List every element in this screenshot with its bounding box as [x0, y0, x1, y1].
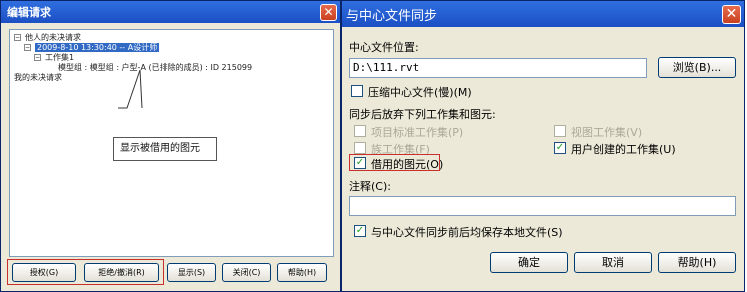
- close-icon[interactable]: ✕: [722, 5, 741, 24]
- help-button[interactable]: 帮助(H): [277, 263, 327, 282]
- help-button[interactable]: 帮助(H): [658, 252, 736, 273]
- view-worksets-label: 视图工作集(V): [571, 126, 643, 139]
- relinquish-heading: 同步后放弃下列工作集和图元:: [349, 108, 496, 121]
- central-location-field[interactable]: D:\111.rvt: [349, 58, 647, 78]
- user-created-checkbox[interactable]: ✓: [554, 142, 566, 154]
- compress-label: 压缩中心文件(慢)(M): [368, 86, 472, 99]
- reject-button[interactable]: 拒绝/撤消(R): [84, 263, 159, 282]
- close-button[interactable]: 关闭(C): [222, 263, 271, 282]
- save-local-label: 与中心文件同步前后均保存本地文件(S): [371, 226, 563, 239]
- view-worksets-checkbox[interactable]: [554, 125, 566, 137]
- dialog-title: 与中心文件同步: [346, 8, 438, 24]
- edit-requests-titlebar: 编辑请求: [1, 1, 340, 23]
- requests-tree: − 他人的未决请求 −2009-8-10 13:30:40 -- A设计师 − 工作…: [9, 29, 334, 257]
- comment-label: 注释(C):: [349, 180, 391, 193]
- project-standards-label: 项目标准工作集(P): [371, 126, 464, 139]
- browse-button[interactable]: 浏览(B)...: [658, 57, 736, 78]
- grant-button[interactable]: 授权(G): [12, 263, 76, 282]
- edit-requests-dialog: 编辑请求 ✕ − 他人的未决请求 −2009-8-10 13:30:40 -- A…: [0, 0, 341, 292]
- close-icon[interactable]: ✕: [320, 4, 337, 21]
- comment-field[interactable]: [349, 196, 736, 216]
- user-created-label: 用户创建的工作集(U): [571, 143, 676, 156]
- project-standards-checkbox[interactable]: [354, 125, 366, 137]
- synchronize-with-central-dialog: 与中心文件同步 ✕ 中心文件位置: D:\111.rvt 浏览(B)... 压缩…: [341, 0, 745, 292]
- show-button[interactable]: 显示(S): [167, 263, 216, 282]
- callout-box: 显示被借用的图元: [113, 137, 217, 161]
- sync-titlebar: 与中心文件同步: [342, 1, 744, 27]
- save-local-checkbox[interactable]: ✓: [354, 225, 366, 237]
- compress-checkbox[interactable]: [351, 85, 363, 97]
- family-worksets-checkbox[interactable]: [354, 142, 366, 154]
- borrowed-elements-checkbox[interactable]: ✓: [354, 157, 366, 169]
- borrowed-elements-label: 借用的图元(O): [371, 158, 444, 171]
- cancel-button[interactable]: 取消: [574, 252, 652, 273]
- central-location-label: 中心文件位置:: [349, 41, 419, 54]
- dialog-title: 编辑请求: [7, 6, 51, 19]
- ok-button[interactable]: 确定: [490, 252, 568, 273]
